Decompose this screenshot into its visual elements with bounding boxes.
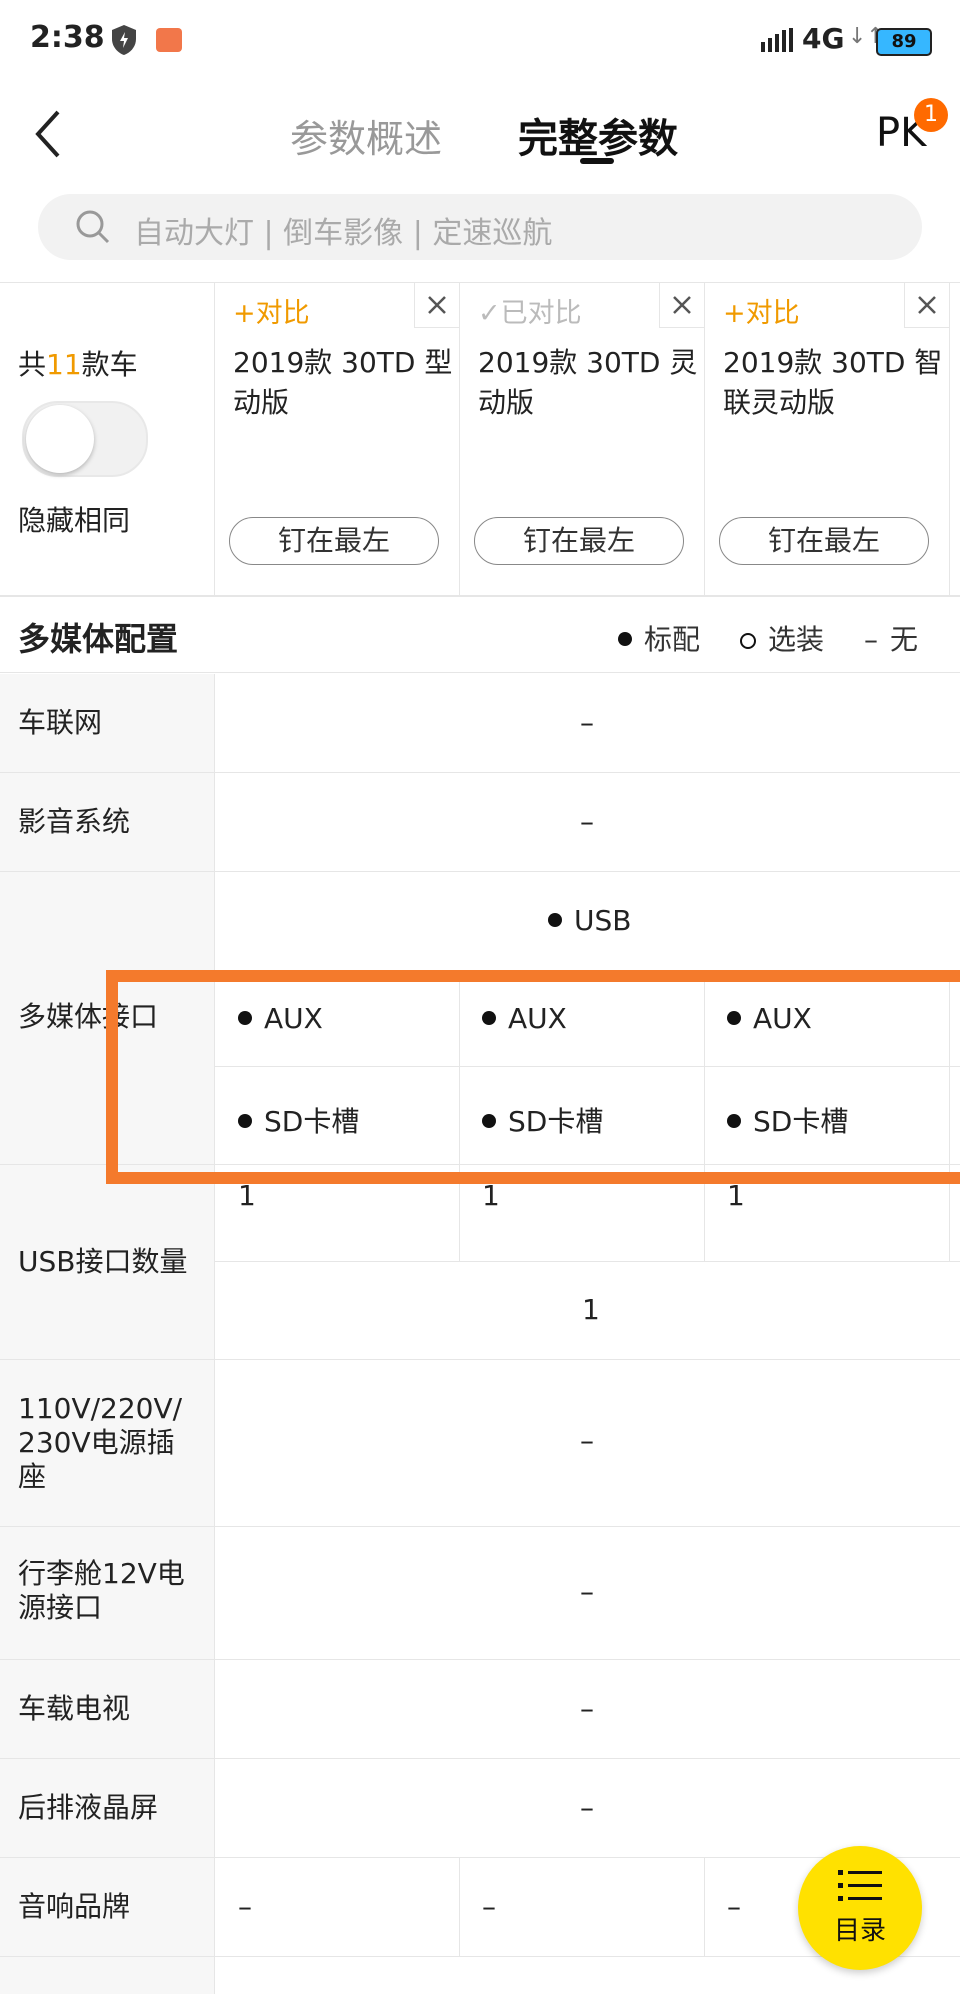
car-count: 共11款车	[18, 348, 138, 381]
table-row-partial	[0, 1957, 960, 1994]
toggle-knob	[26, 405, 94, 473]
section-header: 多媒体配置 标配 选装 – 无	[0, 596, 960, 673]
status-time: 2:38	[30, 20, 105, 55]
car-card: ✓已对比 2019款 30TD 灵动版 钉在最左	[460, 283, 705, 595]
legend-none: – 无	[864, 623, 919, 656]
pin-left-button[interactable]: 钉在最左	[474, 517, 684, 565]
table-row-trunk: 行李舱12V电源接口 –	[0, 1527, 960, 1660]
list-icon	[838, 1870, 882, 1901]
car-model-name: 2019款 30TD 灵动版	[478, 346, 698, 419]
row-value: –	[580, 706, 594, 739]
row-label: 车载电视	[0, 1660, 215, 1758]
usb-count-shared: 1	[582, 1293, 600, 1326]
row-label: 110V/220V/230V电源插座	[0, 1360, 215, 1526]
compare-header: 共11款车 隐藏相同 +对比 2019款 30TD 型动版 钉在最左 ✓已对比 …	[0, 282, 960, 597]
car-card: +对比 2019款 30TD 智联灵动版 钉在最左	[705, 283, 950, 595]
compare-button[interactable]: +对比	[233, 291, 310, 330]
pin-left-button[interactable]: 钉在最左	[229, 517, 439, 565]
pin-left-button[interactable]: 钉在最左	[719, 517, 929, 565]
row-label: 影音系统	[0, 773, 215, 871]
highlight-box	[106, 970, 960, 1184]
compare-button[interactable]: ✓已对比	[478, 291, 582, 330]
compare-controls: 共11款车 隐藏相同	[0, 283, 215, 595]
tab-overview[interactable]: 参数概述	[290, 108, 442, 163]
status-bar: 2:38 4G ↓↑ 89	[0, 0, 960, 84]
table-row-rear-lcd: 后排液晶屏 –	[0, 1759, 960, 1858]
row-label: 车联网	[0, 674, 215, 772]
row-label: 音响品牌	[0, 1858, 215, 1956]
row-value: –	[238, 1890, 252, 1923]
battery-indicator: 89	[876, 28, 932, 56]
hide-same-toggle[interactable]	[22, 401, 148, 477]
close-icon[interactable]	[659, 283, 704, 328]
network-type: 4G	[802, 22, 845, 55]
signal-icon	[761, 28, 793, 52]
search-icon	[76, 210, 110, 244]
legend-standard: 标配	[618, 618, 700, 658]
row-value: –	[482, 1890, 496, 1923]
pk-badge: 1	[914, 98, 948, 132]
section-title: 多媒体配置	[18, 620, 179, 658]
table-row-power: 110V/220V/230V电源插座 –	[0, 1360, 960, 1527]
usb-value: USB	[548, 904, 631, 937]
row-label	[0, 1957, 215, 1994]
compare-button[interactable]: +对比	[723, 291, 800, 330]
row-label: USB接口数量	[0, 1165, 215, 1359]
optional-circle-icon	[740, 633, 756, 649]
row-value: –	[727, 1890, 741, 1923]
catalog-label: 目录	[833, 1916, 886, 1946]
back-arrow-icon[interactable]	[30, 104, 70, 164]
shield-icon	[112, 25, 136, 55]
search-placeholder: 自动大灯 | 倒车影像 | 定速巡航	[134, 216, 553, 251]
row-value: –	[580, 1424, 594, 1457]
legend-optional: 选装	[740, 618, 824, 658]
close-icon[interactable]	[904, 283, 949, 328]
row-label: 后排液晶屏	[0, 1759, 215, 1857]
nav-header: 参数概述 完整参数 PK 1	[0, 84, 960, 184]
tab-full-params[interactable]: 完整参数	[518, 106, 678, 164]
table-row-carnet: 车联网 –	[0, 674, 960, 773]
active-tab-indicator	[580, 158, 614, 164]
standard-dot-icon	[618, 632, 632, 646]
table-row-av: 影音系统 –	[0, 773, 960, 872]
car-model-name: 2019款 30TD 型动版	[233, 346, 453, 419]
table-row-usb-count: USB接口数量 1 1 1 1	[0, 1165, 960, 1360]
car-model-name: 2019款 30TD 智联灵动版	[723, 346, 943, 419]
catalog-button[interactable]: 目录	[798, 1846, 922, 1970]
row-value: –	[580, 1692, 594, 1725]
row-value: –	[580, 805, 594, 838]
table-row-tv: 车载电视 –	[0, 1660, 960, 1759]
search-bar[interactable]: 自动大灯 | 倒车影像 | 定速巡航	[38, 194, 922, 260]
row-value: –	[580, 1575, 594, 1608]
app-notification-icon	[156, 28, 182, 52]
hide-same-label: 隐藏相同	[18, 504, 131, 537]
row-label: 行李舱12V电源接口	[0, 1527, 215, 1659]
close-icon[interactable]	[414, 283, 459, 328]
row-value: –	[580, 1791, 594, 1824]
car-card: +对比 2019款 30TD 型动版 钉在最左	[215, 283, 460, 595]
